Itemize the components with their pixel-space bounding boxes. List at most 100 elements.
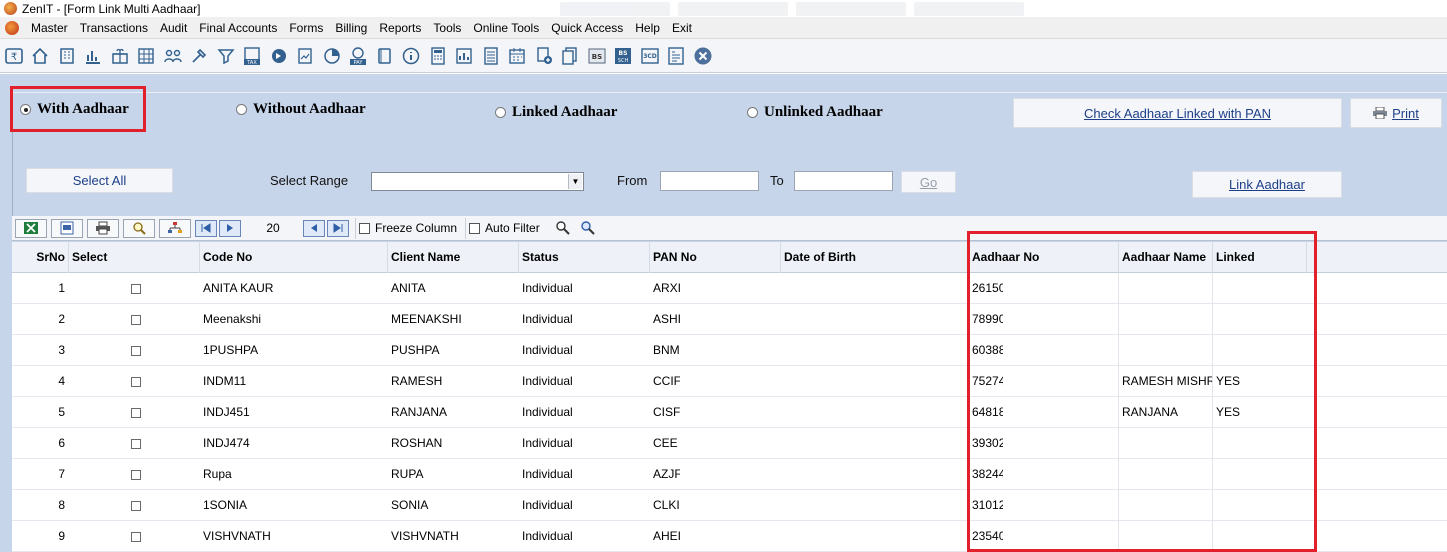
menu-reports[interactable]: Reports (373, 18, 427, 38)
row-select-checkbox[interactable] (131, 469, 141, 480)
freeze-column-checkbox[interactable]: Freeze Column (355, 217, 461, 239)
export-doc-icon[interactable] (51, 218, 83, 238)
tax-icon[interactable]: TAX (241, 44, 264, 67)
row-select-checkbox[interactable] (131, 531, 141, 542)
report-icon[interactable] (294, 44, 317, 67)
cell-select[interactable] (69, 428, 200, 459)
tools-icon[interactable] (188, 44, 211, 67)
row-select-checkbox[interactable] (131, 314, 141, 325)
preview-icon[interactable] (123, 218, 155, 238)
menu-final-accounts[interactable]: Final Accounts (193, 18, 283, 38)
to-input[interactable] (794, 171, 893, 191)
cell-select[interactable] (69, 521, 200, 552)
last-page-icon[interactable] (327, 219, 349, 237)
row-select-checkbox[interactable] (131, 407, 141, 418)
auto-filter-box[interactable] (469, 222, 481, 234)
calendar-icon[interactable] (506, 44, 529, 67)
radio-linked-aadhaar[interactable]: Linked Aadhaar (495, 104, 617, 121)
pages-icon[interactable] (559, 44, 582, 67)
users-icon[interactable] (161, 44, 184, 67)
cell-select[interactable] (69, 490, 200, 521)
menu-forms[interactable]: Forms (283, 18, 329, 38)
row-select-checkbox[interactable] (131, 438, 141, 449)
grid-icon[interactable] (135, 44, 158, 67)
menu-transactions[interactable]: Transactions (74, 18, 154, 38)
cell-code-no: VISHVNATH (203, 529, 271, 543)
window-title: ZenIT - [Form Link Multi Aadhaar] (22, 1, 201, 16)
book-icon[interactable] (373, 44, 396, 67)
page-size-value[interactable]: 20 (243, 221, 303, 235)
calculator-icon[interactable] (426, 44, 449, 67)
col-date-of-birth[interactable]: Date of Birth (781, 242, 969, 273)
cell-select[interactable] (69, 459, 200, 490)
row-select-checkbox[interactable] (131, 345, 141, 356)
print-button[interactable]: Print (1350, 98, 1442, 128)
menu-online-tools[interactable]: Online Tools (467, 18, 545, 38)
col-status[interactable]: Status (519, 242, 650, 273)
menu-quick-access[interactable]: Quick Access (545, 18, 629, 38)
menu-audit[interactable]: Audit (154, 18, 193, 38)
chart-doc-icon[interactable] (453, 44, 476, 67)
close-icon[interactable] (691, 44, 714, 67)
go-button[interactable]: Go (901, 171, 956, 193)
cell-select[interactable] (69, 304, 200, 335)
freeze-column-box[interactable] (359, 222, 370, 234)
window-titlebar: ZenIT - [Form Link Multi Aadhaar] (0, 0, 1447, 17)
from-input[interactable] (660, 171, 759, 191)
cell-pan-no: CISF (653, 405, 680, 419)
cell-select[interactable] (69, 335, 200, 366)
find-icon[interactable] (552, 218, 574, 238)
home-icon[interactable] (29, 44, 52, 67)
col-client-name[interactable]: Client Name (388, 242, 519, 273)
calculator2-icon[interactable] (479, 44, 502, 67)
3cd-icon[interactable]: 3CD (638, 44, 661, 67)
pie-icon[interactable] (320, 44, 343, 67)
pay-icon[interactable]: PAY (347, 44, 370, 67)
cell-srno: 4 (58, 374, 65, 388)
col-srno[interactable]: SrNo (12, 242, 69, 273)
radio-unlinked-aadhaar[interactable]: Unlinked Aadhaar (747, 104, 883, 121)
arrow-circle-icon[interactable] (267, 44, 290, 67)
building-icon[interactable] (55, 44, 78, 67)
app-menu-icon[interactable] (5, 20, 19, 35)
col-pan-no[interactable]: PAN No (650, 242, 781, 273)
prev-page-icon[interactable] (303, 219, 325, 237)
next-page-icon[interactable] (219, 219, 241, 237)
find-next-icon[interactable] (577, 218, 599, 238)
info-icon[interactable] (400, 44, 423, 67)
col-select[interactable]: Select (69, 242, 200, 273)
bar-chart-icon[interactable] (82, 44, 105, 67)
gift-icon[interactable] (108, 44, 131, 67)
bs-sch-icon[interactable]: BS SCH (612, 44, 635, 67)
check-aadhaar-linked-label: Check Aadhaar Linked with PAN (1084, 105, 1271, 121)
radio-without-aadhaar[interactable]: Without Aadhaar (236, 101, 366, 118)
select-range-dropdown[interactable]: ▼ (371, 172, 584, 191)
filter-icon[interactable] (214, 44, 237, 67)
row-select-checkbox[interactable] (131, 283, 141, 294)
cell-srno: 7 (58, 467, 65, 481)
rupee-icon[interactable]: ₹ (2, 44, 25, 67)
cell-select[interactable] (69, 366, 200, 397)
hierarchy-icon[interactable] (159, 218, 191, 238)
menu-tools[interactable]: Tools (427, 18, 467, 38)
check-aadhaar-linked-button[interactable]: Check Aadhaar Linked with PAN (1013, 98, 1342, 128)
link-aadhaar-button[interactable]: Link Aadhaar (1192, 171, 1342, 198)
menu-help[interactable]: Help (629, 18, 666, 38)
menu-exit[interactable]: Exit (666, 18, 698, 38)
cell-select[interactable] (69, 397, 200, 428)
row-select-checkbox[interactable] (131, 376, 141, 387)
cell-select[interactable] (69, 273, 200, 304)
export-excel-icon[interactable] (15, 218, 47, 238)
form-icon[interactable] (665, 44, 688, 67)
chevron-down-icon[interactable]: ▼ (568, 174, 582, 189)
bs-icon[interactable]: BS (585, 44, 608, 67)
menu-master[interactable]: Master (25, 18, 74, 38)
grid-print-icon[interactable] (87, 218, 119, 238)
auto-filter-checkbox[interactable]: Auto Filter (465, 217, 544, 239)
menu-billing[interactable]: Billing (329, 18, 373, 38)
select-all-button[interactable]: Select All (26, 168, 173, 193)
col-code-no[interactable]: Code No (200, 242, 388, 273)
row-select-checkbox[interactable] (131, 500, 141, 511)
add-page-icon[interactable] (532, 44, 555, 67)
first-page-icon[interactable] (195, 219, 217, 237)
